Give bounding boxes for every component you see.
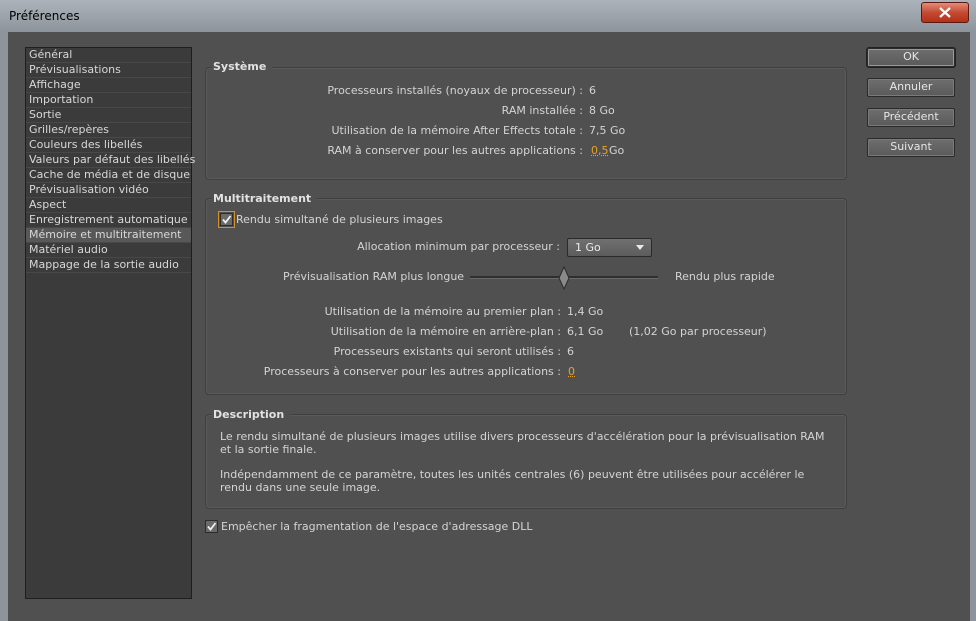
render-multiple-frames-checkbox[interactable] bbox=[218, 211, 235, 228]
description-paragraph-1: Le rendu simultané de plusieurs images u… bbox=[220, 430, 825, 456]
total-ae-memory-value: 7,5 Go bbox=[589, 124, 626, 137]
slider-right-label: Rendu plus rapide bbox=[675, 270, 775, 283]
description-group bbox=[205, 414, 847, 509]
description-paragraph-2: Indépendamment de ce paramètre, toutes l… bbox=[220, 468, 805, 494]
checkmark-icon bbox=[207, 522, 217, 531]
reserved-processors-value[interactable]: 0 bbox=[568, 365, 575, 378]
window-title: Préférences bbox=[9, 9, 80, 23]
dropdown-arrow-icon bbox=[636, 245, 644, 250]
processors-used-value: 6 bbox=[567, 345, 574, 358]
background-memory-label: Utilisation de la mémoire en arrière-pla… bbox=[330, 325, 561, 338]
category-audio-output-mapping[interactable]: Mappage de la sortie audio bbox=[26, 258, 191, 273]
installed-ram-label: RAM installée : bbox=[501, 104, 583, 117]
min-allocation-dropdown[interactable]: 1 Go bbox=[567, 238, 652, 257]
background-memory-value: 6,1 Go bbox=[567, 325, 604, 338]
category-general[interactable]: Général bbox=[26, 48, 191, 63]
system-group-title: Système bbox=[212, 60, 273, 73]
multiprocessing-group-title: Multitraitement bbox=[212, 192, 318, 205]
processors-used-label: Processeurs existants qui seront utilisé… bbox=[333, 345, 561, 358]
previous-button[interactable]: Précédent bbox=[867, 108, 955, 127]
reserved-processors-label: Processeurs à conserver pour les autres … bbox=[263, 365, 561, 378]
installed-ram-value: 8 Go bbox=[589, 104, 615, 117]
category-previews[interactable]: Prévisualisations bbox=[26, 63, 191, 78]
category-import[interactable]: Importation bbox=[26, 93, 191, 108]
description-group-title: Description bbox=[212, 408, 291, 421]
reserved-ram-label: RAM à conserver pour les autres applicat… bbox=[327, 144, 583, 157]
prevent-dll-fragmentation-label[interactable]: Empêcher la fragmentation de l'espace d'… bbox=[221, 520, 533, 533]
category-list[interactable]: Général Prévisualisations Affichage Impo… bbox=[25, 47, 195, 599]
reserved-ram-unit: Go bbox=[609, 144, 625, 157]
category-label-colors[interactable]: Couleurs des libellés bbox=[26, 138, 191, 153]
foreground-memory-value: 1,4 Go bbox=[567, 305, 604, 318]
category-media-disk-cache[interactable]: Cache de média et de disque bbox=[26, 168, 191, 183]
foreground-memory-label: Utilisation de la mémoire au premier pla… bbox=[324, 305, 561, 318]
category-audio-hardware[interactable]: Matériel audio bbox=[26, 243, 191, 258]
prevent-dll-fragmentation-checkbox[interactable] bbox=[205, 520, 218, 533]
slider-left-label: Prévisualisation RAM plus longue bbox=[283, 270, 465, 283]
ok-button[interactable]: OK bbox=[867, 48, 955, 67]
total-ae-memory-label: Utilisation de la mémoire After Effects … bbox=[331, 124, 583, 137]
category-output[interactable]: Sortie bbox=[26, 108, 191, 123]
category-video-preview[interactable]: Prévisualisation vidéo bbox=[26, 183, 191, 198]
category-auto-save[interactable]: Enregistrement automatique bbox=[26, 213, 191, 228]
checkmark-icon bbox=[222, 215, 232, 224]
category-display[interactable]: Affichage bbox=[26, 78, 191, 93]
title-bar: Préférences bbox=[0, 0, 976, 32]
priority-slider-thumb[interactable] bbox=[558, 266, 570, 290]
close-button[interactable] bbox=[921, 2, 969, 23]
installed-processors-value: 6 bbox=[589, 84, 596, 97]
next-button[interactable]: Suivant bbox=[867, 138, 955, 157]
category-appearance[interactable]: Aspect bbox=[26, 198, 191, 213]
reserved-ram-value[interactable]: 0,5 bbox=[591, 144, 609, 157]
min-allocation-value: 1 Go bbox=[575, 241, 601, 254]
category-memory-multiprocessing[interactable]: Mémoire et multitraitement bbox=[26, 228, 191, 243]
per-processor-memory: (1,02 Go par processeur) bbox=[629, 325, 767, 338]
category-grids-guides[interactable]: Grilles/repères bbox=[26, 123, 191, 138]
close-icon bbox=[939, 7, 951, 18]
cancel-button[interactable]: Annuler bbox=[867, 78, 955, 97]
min-allocation-label: Allocation minimum par processeur : bbox=[357, 240, 560, 253]
installed-processors-label: Processeurs installés (noyaux de process… bbox=[327, 84, 583, 97]
category-label-defaults[interactable]: Valeurs par défaut des libellés bbox=[26, 153, 195, 168]
render-multiple-frames-label[interactable]: Rendu simultané de plusieurs images bbox=[236, 213, 443, 226]
